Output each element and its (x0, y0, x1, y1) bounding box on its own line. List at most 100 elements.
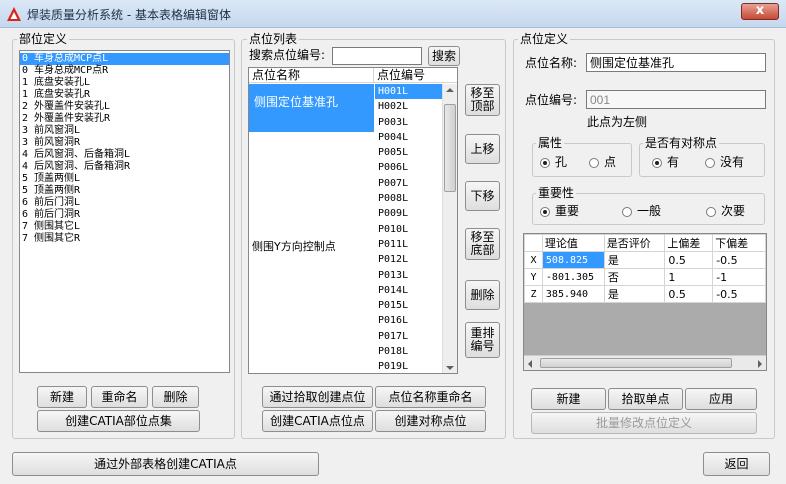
hscroll-left-arrow-icon[interactable] (528, 360, 532, 368)
point-code-cell[interactable]: P019L (375, 359, 443, 373)
importance-high-radio[interactable]: 重要 (540, 204, 579, 218)
grid-col-header[interactable]: 是否评价 (603, 234, 666, 252)
scroll-thumb[interactable] (444, 104, 456, 192)
point-code-cell[interactable]: P009L (375, 206, 443, 221)
scroll-down-arrow-icon[interactable] (446, 366, 454, 370)
grid-col-header[interactable]: 下偏差 (712, 234, 766, 252)
point-code-cell[interactable]: P011L (375, 237, 443, 252)
grid-row[interactable]: Y -801.305 否 1 -1 (524, 268, 766, 286)
close-button[interactable]: x (741, 3, 779, 20)
grid-cell[interactable]: 是 (603, 251, 666, 269)
point-code-cell[interactable]: P006L (375, 160, 443, 175)
search-input[interactable] (332, 47, 422, 65)
part-list-item[interactable]: 1 底盘安装孔L (20, 77, 229, 89)
grid-cell[interactable]: 0.5 (664, 285, 714, 303)
part-list-item[interactable]: 4 后风窗洞、后备箱洞L (20, 149, 229, 161)
point-group-selected[interactable]: 侧围定位基准孔 (249, 84, 374, 132)
rename-point-name-button[interactable]: 点位名称重命名 (375, 386, 486, 408)
point-code-cell[interactable]: P003L (375, 115, 443, 130)
grid-cell[interactable]: 是 (603, 285, 666, 303)
back-button[interactable]: 返回 (703, 452, 770, 476)
grid-hscrollbar[interactable] (524, 355, 766, 370)
part-list-item[interactable]: 7 侧围其它R (20, 233, 229, 245)
part-delete-button[interactable]: 删除 (152, 386, 199, 408)
point-table[interactable]: 点位名称 点位编号 侧围定位基准孔 侧围Y方向控制点 H001L H002L P00… (248, 67, 458, 374)
scroll-up-arrow-icon[interactable] (446, 88, 454, 92)
sym-yes-radio[interactable]: 有 (652, 155, 679, 169)
point-code-cell[interactable]: P016L (375, 313, 443, 328)
point-code-cell[interactable]: H001L (375, 84, 443, 100)
col-header-point-code[interactable]: 点位编号 (377, 69, 437, 82)
point-group-name[interactable]: 侧围Y方向控制点 (252, 238, 336, 254)
move-to-top-button[interactable]: 移至 顶部 (465, 84, 500, 116)
point-code-cell[interactable]: P008L (375, 191, 443, 206)
coordinate-grid[interactable]: 理论值 是否评价 上偏差 下偏差 X 508.825 是 0.5 -0.5 Y -801.305 否 1… (523, 233, 767, 371)
part-list-item[interactable]: 3 前风窗洞R (20, 137, 229, 149)
part-list-item[interactable]: 5 顶盖两侧R (20, 185, 229, 197)
grid-row[interactable]: Z 385.940 是 0.5 -0.5 (524, 285, 766, 303)
point-code-cell[interactable]: P004L (375, 130, 443, 145)
part-list-item[interactable]: 2 外覆盖件安装孔R (20, 113, 229, 125)
point-name-field[interactable] (586, 53, 766, 72)
point-table-scrollbar[interactable] (442, 84, 457, 373)
part-list-item[interactable]: 5 顶盖两侧L (20, 173, 229, 185)
pick-create-point-button[interactable]: 通过拾取创建点位 (262, 386, 373, 408)
grid-row-header[interactable]: Z (524, 285, 543, 303)
point-code-cell[interactable]: P012L (375, 252, 443, 267)
part-list-item[interactable]: 4 后风窗洞、后备箱洞R (20, 161, 229, 173)
grid-cell[interactable]: -801.305 (541, 268, 605, 286)
renumber-button[interactable]: 重排 编号 (465, 322, 500, 358)
create-catia-part-set-button[interactable]: 创建CATIA部位点集 (37, 410, 200, 432)
grid-row-header[interactable]: Y (524, 268, 543, 286)
grid-col-header[interactable] (524, 234, 543, 252)
point-new-button[interactable]: 新建 (531, 388, 606, 410)
point-code-cell[interactable]: H002L (375, 99, 443, 114)
move-up-button[interactable]: 上移 (465, 134, 500, 164)
importance-normal-radio[interactable]: 一般 (622, 204, 661, 218)
col-header-point-name[interactable]: 点位名称 (252, 69, 372, 82)
grid-row-header[interactable]: X (524, 251, 543, 269)
point-code-cell[interactable]: P010L (375, 222, 443, 237)
move-down-button[interactable]: 下移 (465, 181, 500, 211)
grid-col-header[interactable]: 理论值 (541, 234, 605, 252)
move-to-bottom-button[interactable]: 移至 底部 (465, 228, 500, 260)
part-list-item[interactable]: 7 侧围其它L (20, 221, 229, 233)
apply-button[interactable]: 应用 (685, 388, 757, 410)
part-list-item[interactable]: 0 车身总成MCP点R (20, 65, 229, 77)
attr-point-radio[interactable]: 点 (589, 155, 616, 169)
grid-col-header[interactable]: 上偏差 (664, 234, 714, 252)
create-symmetric-point-button[interactable]: 创建对称点位 (375, 410, 486, 432)
point-code-cell[interactable]: P015L (375, 298, 443, 313)
point-code-cell[interactable]: P014L (375, 283, 443, 298)
part-new-button[interactable]: 新建 (37, 386, 87, 408)
grid-cell[interactable]: 508.825 (541, 251, 605, 269)
point-code-cell[interactable]: P007L (375, 176, 443, 191)
point-code-cell[interactable]: P013L (375, 268, 443, 283)
sym-no-radio[interactable]: 没有 (705, 155, 744, 169)
point-delete-button[interactable]: 删除 (465, 280, 500, 310)
part-list-item[interactable]: 2 外覆盖件安装孔L (20, 101, 229, 113)
point-code-cell[interactable]: P005L (375, 145, 443, 160)
point-code-cell[interactable]: P018L (375, 344, 443, 359)
part-list-item[interactable]: 6 前后门洞L (20, 197, 229, 209)
part-listbox[interactable]: 0 车身总成MCP点L 0 车身总成MCP点R 1 底盘安装孔L 1 底盘安装孔R 2 … (19, 50, 230, 373)
importance-low-radio[interactable]: 次要 (706, 204, 745, 218)
create-from-external-table-button[interactable]: 通过外部表格创建CATIA点 (12, 452, 319, 476)
hscroll-thumb[interactable] (540, 358, 732, 368)
hscroll-right-arrow-icon[interactable] (758, 360, 762, 368)
grid-cell[interactable]: 385.940 (541, 285, 605, 303)
part-list-item[interactable]: 3 前风窗洞L (20, 125, 229, 137)
create-catia-point-button[interactable]: 创建CATIA点位点 (262, 410, 373, 432)
grid-cell[interactable]: 否 (603, 268, 666, 286)
grid-cell[interactable]: 0.5 (664, 251, 714, 269)
part-list-item[interactable]: 6 前后门洞R (20, 209, 229, 221)
part-list-item[interactable]: 1 底盘安装孔R (20, 89, 229, 101)
grid-cell[interactable]: -0.5 (712, 251, 766, 269)
part-rename-button[interactable]: 重命名 (91, 386, 148, 408)
grid-cell[interactable]: -1 (712, 268, 766, 286)
attr-hole-radio[interactable]: 孔 (540, 155, 567, 169)
search-button[interactable]: 搜索 (428, 46, 460, 66)
grid-row[interactable]: X 508.825 是 0.5 -0.5 (524, 251, 766, 269)
grid-cell[interactable]: 1 (664, 268, 714, 286)
part-list-item[interactable]: 0 车身总成MCP点L (20, 53, 229, 65)
